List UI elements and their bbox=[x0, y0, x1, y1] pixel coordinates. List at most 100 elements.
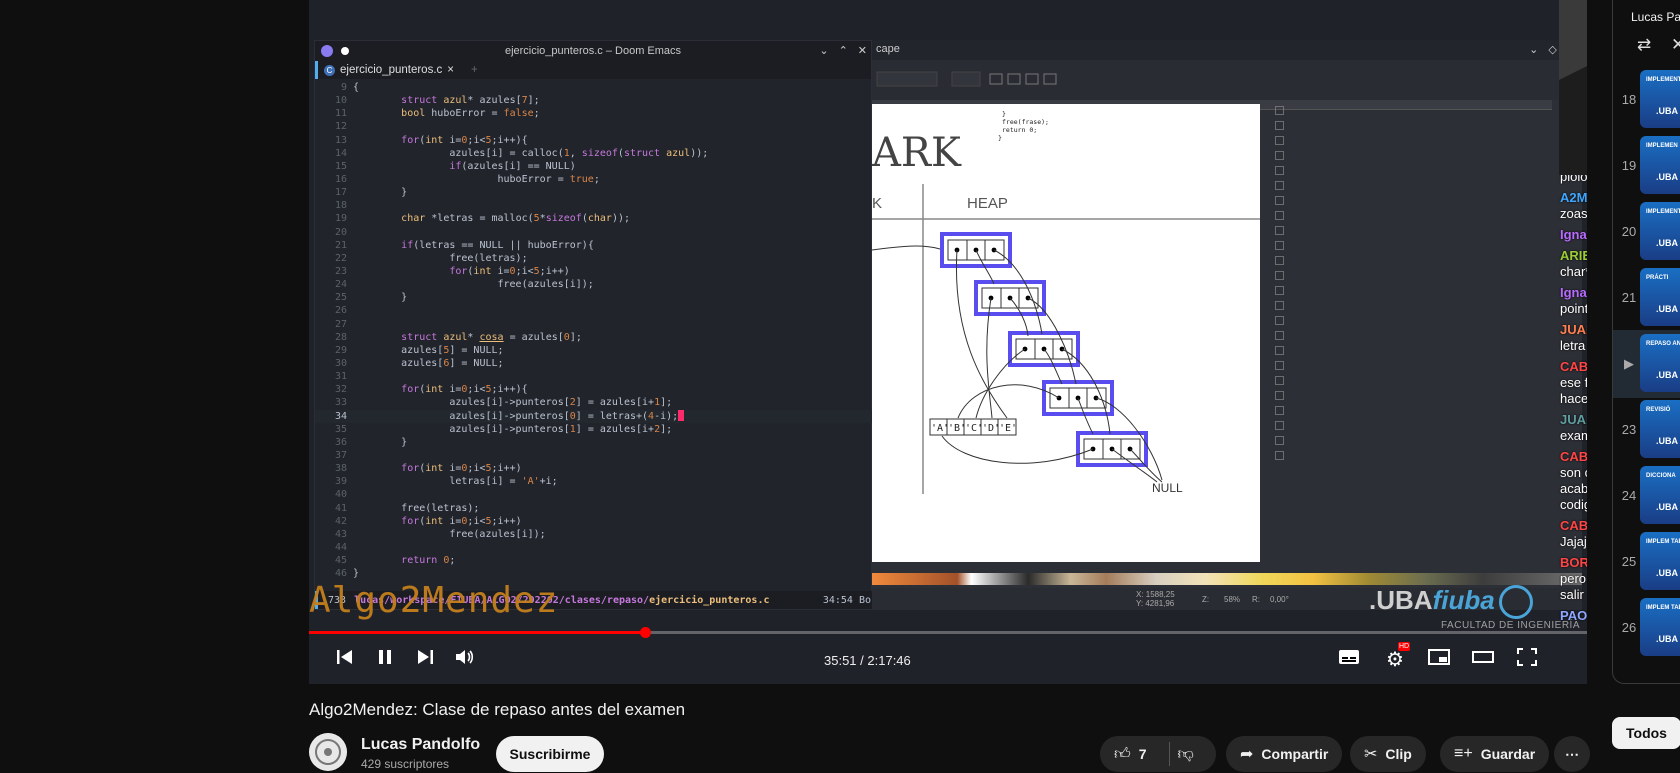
share-button[interactable]: ➦ Compartir bbox=[1226, 736, 1343, 772]
inkscape-titlebar: cape ⌄ ◇ ✕ bbox=[872, 40, 1582, 60]
line-text: if(letras == NULL || huboError){ bbox=[401, 239, 594, 251]
code-line: 9{ bbox=[315, 81, 873, 94]
line-number: 45 bbox=[334, 555, 347, 567]
scissors-icon: ✂ bbox=[1364, 746, 1378, 763]
channel-avatar[interactable] bbox=[309, 733, 347, 771]
playlist-item[interactable]: 18 IMPLEMENTA .UBA bbox=[1613, 66, 1680, 134]
line-text: bool huboError = false; bbox=[401, 108, 540, 120]
dislike-button[interactable]: 👎︎ bbox=[1178, 745, 1194, 764]
theater-mode-button[interactable] bbox=[1469, 646, 1497, 674]
chat-text: Jajajajaja podria haber sido yo bbox=[1560, 534, 1587, 549]
thumbnail-title: PRÁCTI bbox=[1646, 275, 1669, 281]
playlist-index: 23 bbox=[1621, 422, 1637, 437]
playlist-index: 21 bbox=[1621, 290, 1637, 305]
subscribe-button[interactable]: Suscribirme bbox=[496, 736, 604, 772]
playlist-item[interactable]: 21 PRÁCTI .UBA bbox=[1613, 264, 1680, 332]
playlist-item[interactable]: 23 REVISIÓ .UBA bbox=[1613, 396, 1680, 464]
shuffle-icon[interactable]: ✕ bbox=[1671, 35, 1680, 55]
mute-button[interactable] bbox=[451, 646, 479, 674]
code-line: 20 bbox=[315, 226, 873, 239]
tab-close-icon: × bbox=[447, 64, 454, 76]
fullscreen-button[interactable] bbox=[1513, 646, 1541, 674]
line-text: free(letras); bbox=[353, 252, 528, 264]
chat-message: BORTHABURU ISIDRO HECTOR: pero de la man… bbox=[1560, 555, 1587, 603]
loop-icon[interactable]: ⇄ bbox=[1637, 35, 1651, 55]
line-number: 9 bbox=[340, 82, 347, 93]
line-number: 28 bbox=[334, 331, 347, 343]
next-button[interactable] bbox=[411, 646, 439, 674]
playlist-item[interactable]: 26 IMPLEM TABLA DE .UBA bbox=[1613, 594, 1680, 662]
subscriber-count: 429 suscriptores bbox=[361, 757, 450, 771]
code-line: 10 struct azul* azules[7]; bbox=[315, 94, 873, 107]
playlist-item[interactable]: 19 IMPLEMEN .UBA bbox=[1613, 132, 1680, 200]
chat-author: ARIEL HERNÁN FOLGUEIRA: bbox=[1560, 248, 1587, 263]
line-number: 42 bbox=[334, 515, 347, 527]
code-line: 12 bbox=[315, 120, 873, 133]
clip-button[interactable]: ✂ Clip bbox=[1350, 736, 1426, 772]
memory-diagram: ARK } free(frase); return 0; } K HEAP 'A… bbox=[871, 110, 1260, 495]
line-number: 14 bbox=[334, 147, 347, 159]
channel-name[interactable]: Lucas Pandolfo bbox=[361, 736, 480, 754]
playlist-item[interactable]: 25 IMPLEM TABL .UBA bbox=[1613, 528, 1680, 596]
miniplayer-icon bbox=[1428, 649, 1450, 665]
more-actions-button[interactable]: ⋯ bbox=[1554, 736, 1590, 772]
inkscape-canvas: ARK } free(frase); return 0; } K HEAP 'A… bbox=[871, 104, 1260, 562]
rotation-value: 0,00° bbox=[1270, 595, 1289, 604]
line-number: 13 bbox=[334, 134, 347, 146]
chat-author: CABRERA ISAIAS AUGUSTO: bbox=[1560, 449, 1587, 464]
chevron-down-icon: ⌄ bbox=[819, 45, 829, 57]
code-line: 25 } bbox=[315, 291, 873, 304]
line-number: 24 bbox=[334, 279, 347, 291]
divider bbox=[1168, 742, 1170, 766]
scrubber-handle[interactable] bbox=[639, 627, 651, 638]
code-line: 16 huboError = true; bbox=[315, 173, 873, 186]
code-line: 14 azules[i] = calloc(1, sizeof(struct a… bbox=[315, 147, 873, 160]
chat-author: Ignacio Daniel Lopez: bbox=[1560, 227, 1587, 242]
skip-previous-icon bbox=[337, 650, 352, 664]
heap-label: HEAP bbox=[967, 195, 1008, 212]
share-icon: ➦ bbox=[1240, 746, 1254, 763]
playlist-owner[interactable]: Lucas Pa bbox=[1631, 10, 1680, 24]
settings-button[interactable]: ⚙ HD bbox=[1381, 642, 1411, 674]
zoom-value: 58% bbox=[1224, 595, 1241, 604]
line-text: } bbox=[353, 568, 360, 580]
filter-chip-all[interactable]: Todos bbox=[1612, 717, 1680, 749]
clip-label: Clip bbox=[1385, 746, 1412, 762]
line-number: 32 bbox=[334, 384, 347, 396]
playlist-thumbnail: IMPLEM TABLA DE .UBA bbox=[1640, 598, 1680, 656]
line-text: char *letras = malloc(5*sizeof(char)); bbox=[401, 213, 631, 225]
streamer-image bbox=[1559, 0, 1587, 175]
chat-author: A2M: bbox=[1560, 190, 1587, 205]
miniplayer-button[interactable] bbox=[1425, 646, 1453, 674]
code-line: 43 free(azules[i]); bbox=[315, 528, 873, 541]
pause-button[interactable] bbox=[371, 646, 399, 674]
snippet-line: } bbox=[1002, 110, 1006, 118]
progress-bar[interactable] bbox=[309, 627, 1587, 638]
line-number: 29 bbox=[334, 344, 347, 356]
playlist-item[interactable]: 24 DICCIONA .UBA bbox=[1613, 462, 1680, 530]
chat-message: ARIEL HERNÁN FOLGUEIRA: char** bbox=[1560, 248, 1587, 280]
line-number: 15 bbox=[334, 160, 347, 172]
playlist-item[interactable]: ▶ REPASO ANT .UBA bbox=[1613, 330, 1680, 398]
playlist-index: ▶ bbox=[1624, 356, 1634, 371]
chat-message: Ignacio Daniel Lopez: Meten miedo bbox=[1560, 227, 1587, 243]
code-editor: 9{10 struct azul* azules[7]; 11 bool hubo… bbox=[315, 81, 873, 589]
playlist-item[interactable]: 20 IMPLEMENTAC .UBA bbox=[1613, 198, 1680, 266]
code-line: 21 if(letras == NULL || huboError){ bbox=[315, 239, 873, 252]
previous-button[interactable] bbox=[331, 646, 359, 674]
new-tab-icon: + bbox=[471, 64, 478, 76]
code-line: 37 bbox=[315, 449, 873, 462]
playlist-thumbnail: REVISIÓ .UBA bbox=[1640, 400, 1680, 458]
code-line: 23 for(int i=0;i<5;i++) bbox=[315, 265, 873, 278]
thumbnail-title: IMPLEMEN bbox=[1646, 143, 1678, 149]
subtitles-button[interactable] bbox=[1335, 646, 1363, 674]
video-player[interactable]: ejercicio_punteros.c – Doom Emacs ⌄ ⌃ ✕ … bbox=[309, 0, 1587, 684]
like-button[interactable]: 👍︎ bbox=[1114, 745, 1131, 764]
line-number: 12 bbox=[334, 121, 347, 133]
thumbnail-brand: .UBA bbox=[1656, 304, 1678, 314]
code-line: 41 free(letras); bbox=[315, 502, 873, 515]
playlist-index: 19 bbox=[1621, 158, 1637, 173]
save-button[interactable]: ≡+ Guardar bbox=[1440, 736, 1550, 772]
line-number: 33 bbox=[334, 397, 347, 409]
emacs-tab-ejercicio: C ejercicio_punteros.c × + bbox=[318, 64, 484, 76]
